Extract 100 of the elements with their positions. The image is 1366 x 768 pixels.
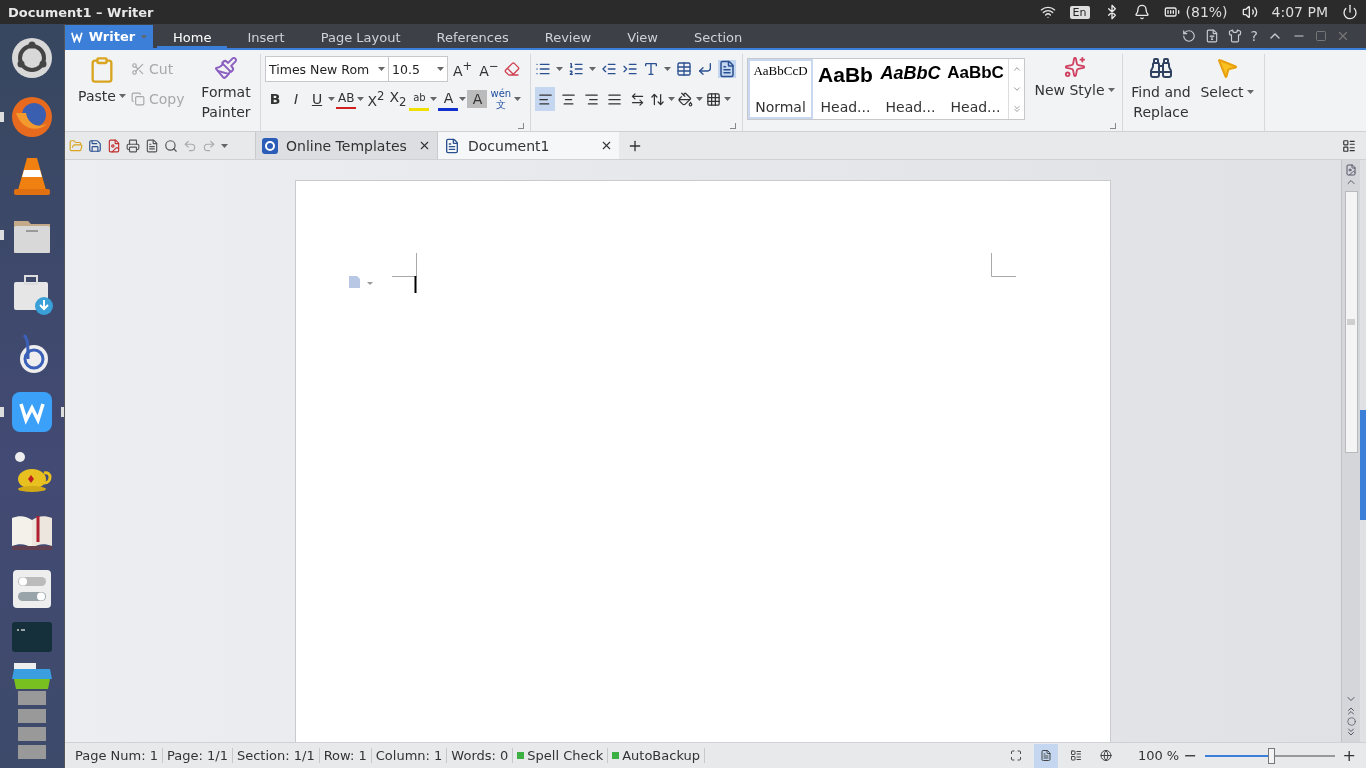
alignment-icon	[560, 91, 576, 107]
view-mode-icon	[1099, 749, 1112, 762]
volume-icon[interactable]	[1241, 4, 1258, 20]
ubuntu-icon[interactable]	[10, 35, 54, 80]
phonetic-guide-button[interactable]: wén 文	[488, 87, 514, 111]
font-name-field[interactable]: Times New Rom	[265, 56, 389, 82]
ribbon-tab[interactable]: Review	[528, 24, 608, 48]
zoom-slider-thumb[interactable]	[1267, 747, 1275, 764]
highlight-button[interactable]: ab	[409, 87, 430, 111]
window-title: Document1 – Writer	[8, 4, 154, 20]
caret-icon	[1246, 90, 1254, 94]
bullet-list-icon[interactable]	[535, 61, 551, 77]
caret-icon	[1107, 88, 1115, 92]
status-field: Words: 0	[447, 748, 514, 763]
tab-list-icon[interactable]	[1342, 139, 1356, 153]
writer-app-icon[interactable]	[10, 389, 54, 434]
font-color-button[interactable]: A	[438, 87, 459, 111]
underline-button[interactable]: U	[307, 87, 327, 111]
scroll-thumb[interactable]	[1344, 191, 1358, 453]
style-preview: AaBb	[818, 63, 873, 87]
paste-button[interactable]: Paste	[75, 54, 129, 131]
character-shading-button[interactable]: A	[467, 90, 488, 108]
zoom-out-button[interactable]: −	[1181, 746, 1199, 765]
subscript-button[interactable]: X$_{2}$	[387, 87, 409, 111]
style-preview: AaBbC	[947, 63, 1004, 83]
sync-icon[interactable]	[1181, 29, 1196, 43]
print-icon[interactable]	[126, 138, 140, 153]
view-mode-icon	[1009, 749, 1022, 762]
previous-page-icon[interactable]	[1345, 705, 1357, 717]
ribbon-tab[interactable]: Section	[678, 24, 759, 48]
view-mode-button[interactable]	[1033, 743, 1058, 768]
document-tab[interactable]: Document1	[437, 132, 619, 159]
keyboard-layout-indicator[interactable]: En	[1069, 5, 1090, 19]
clear-format-icon[interactable]	[503, 61, 520, 77]
grow-font-button[interactable]: A$^{+}$	[451, 57, 475, 81]
print-preview-icon[interactable]	[145, 138, 159, 153]
phonetic-pinyin: wén	[490, 88, 512, 99]
binoculars-icon	[1149, 56, 1173, 80]
borders-icon[interactable]	[706, 91, 721, 107]
copy-icon	[131, 92, 145, 106]
ribbon-tab[interactable]: References	[420, 24, 525, 48]
battery-icon[interactable]	[1163, 4, 1180, 20]
strikethrough-button[interactable]: AB	[336, 89, 357, 109]
bold-button[interactable]: B	[265, 87, 285, 111]
new-style-button[interactable]: New Style	[1031, 54, 1118, 131]
phonetic-character: 文	[495, 99, 506, 110]
increase-indent-icon[interactable]	[622, 61, 638, 77]
decrease-indent-icon[interactable]	[601, 61, 617, 77]
numbered-list-icon[interactable]	[568, 61, 584, 77]
italic-button[interactable]: I	[286, 87, 306, 111]
document-icon	[444, 137, 460, 154]
document-tab[interactable]: Online Templates	[255, 132, 437, 159]
browse-object-icon[interactable]	[1346, 717, 1356, 726]
split-view-icon[interactable]	[1345, 164, 1357, 176]
browser-icon[interactable]	[10, 94, 54, 139]
writer-menu-button[interactable]: Writer	[65, 25, 153, 48]
find-replace-button[interactable]: Find and Replace	[1127, 54, 1195, 131]
style-name: Head...	[820, 99, 871, 115]
line-spacing-icon[interactable]	[650, 91, 665, 107]
side-panel-handle[interactable]	[1360, 410, 1366, 520]
dialog-launcher-icon[interactable]	[730, 123, 736, 129]
shading-icon[interactable]	[678, 91, 693, 107]
notification-bell-icon[interactable]	[1133, 4, 1150, 20]
superscript-button[interactable]: X$^{2}$	[365, 87, 387, 111]
select-button[interactable]: Select	[1195, 54, 1259, 131]
paragraph-options-icon	[348, 275, 374, 289]
dialog-launcher-icon[interactable]	[1110, 123, 1116, 129]
wifi-icon[interactable]	[1039, 4, 1056, 20]
new-tab-icon[interactable]	[627, 138, 643, 154]
caret-icon	[664, 67, 671, 71]
paintbrush-icon	[214, 56, 238, 80]
caret-icon	[328, 97, 335, 101]
vertical-scrollbar[interactable]	[1341, 160, 1360, 742]
format-painter-button[interactable]: Format Painter	[197, 54, 255, 131]
style-name: Normal	[755, 99, 806, 115]
caret-icon	[430, 97, 438, 101]
style-preview: AaBbCcD	[753, 63, 808, 79]
shirt-icon[interactable]	[1227, 29, 1242, 43]
style-item[interactable]: AaBbCcD Normal	[748, 59, 813, 119]
caret-icon	[696, 97, 703, 101]
save-icon[interactable]	[88, 138, 102, 153]
clock[interactable]: 4:07 PM	[1271, 4, 1328, 20]
preview-search-icon[interactable]	[164, 138, 178, 153]
ribbon-tab[interactable]: Page Layout	[304, 24, 417, 48]
ribbon-tab[interactable]: Insert	[231, 24, 301, 48]
table-icon[interactable]	[676, 61, 692, 77]
help-button[interactable]: ?	[1250, 28, 1258, 44]
caret-icon	[437, 67, 444, 71]
navigation-pane-icon[interactable]	[718, 60, 736, 78]
power-icon[interactable]	[1342, 4, 1358, 20]
font-size-field[interactable]: 10.5	[388, 56, 448, 82]
zoom-percentage[interactable]: 100 %	[1137, 748, 1180, 763]
ribbon-tab[interactable]: View	[611, 24, 674, 48]
dialog-launcher-icon[interactable]	[518, 123, 524, 129]
paragraph-mark-icon[interactable]	[697, 61, 713, 77]
export-pdf-icon[interactable]	[107, 138, 121, 153]
next-page-icon[interactable]	[1345, 726, 1357, 738]
zoom-in-button[interactable]: +	[1340, 746, 1358, 765]
document-icon[interactable]	[1204, 29, 1219, 43]
shrink-font-button[interactable]: A$^{−}$	[477, 57, 501, 81]
